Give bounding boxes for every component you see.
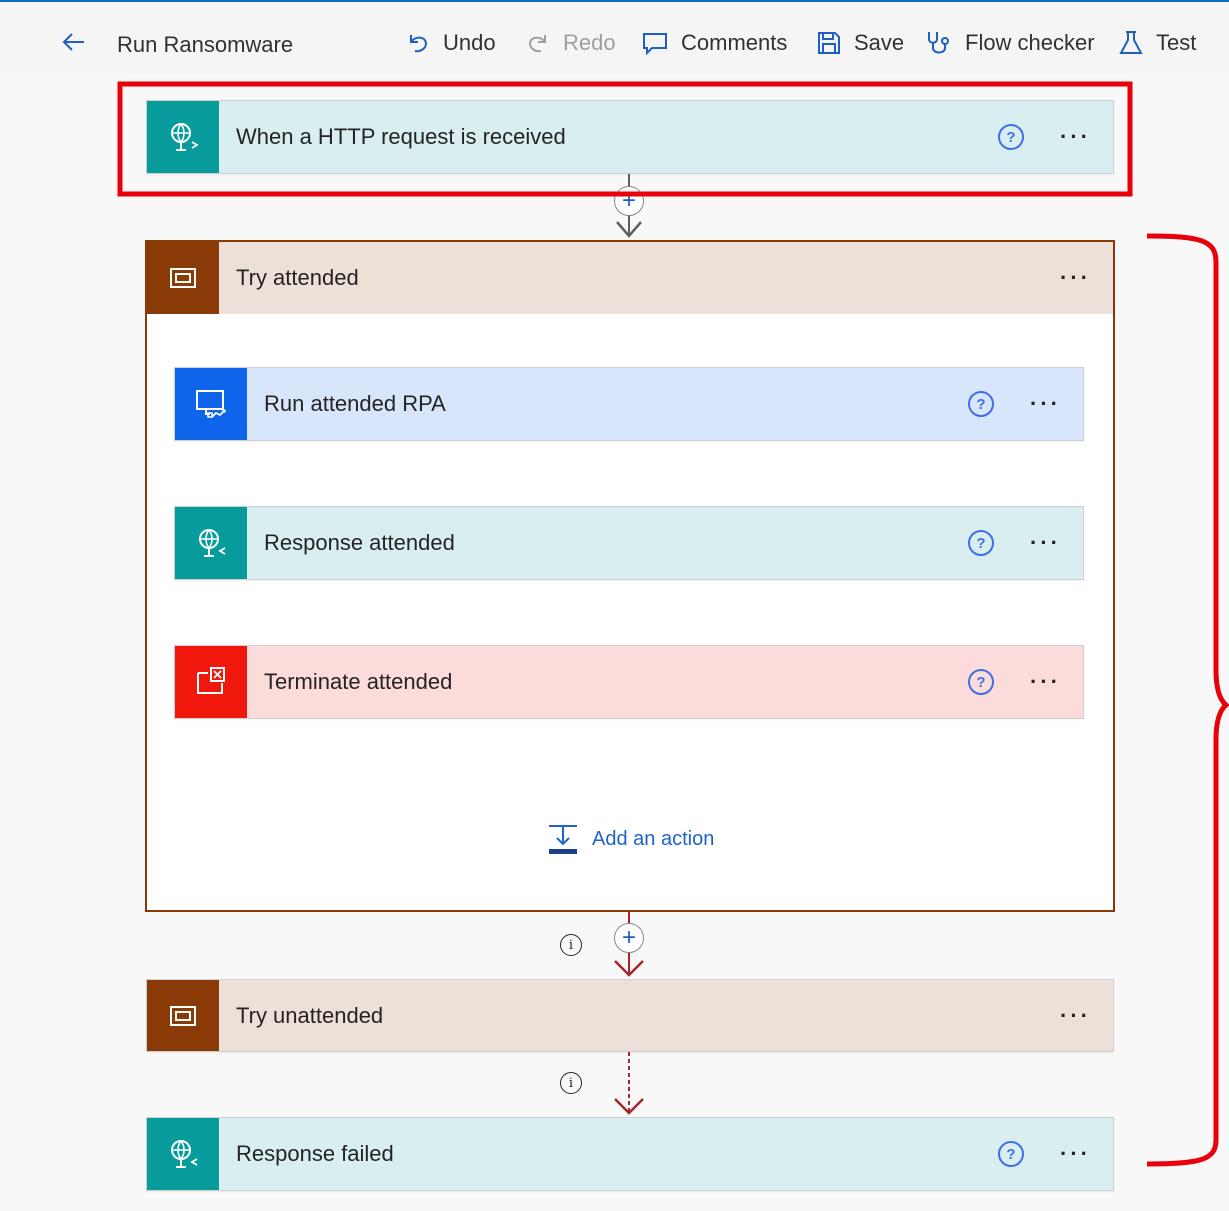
redo-button[interactable]: Redo [525,26,616,60]
desktop-flow-icon [175,368,247,440]
trigger-label: When a HTTP request is received [236,124,566,149]
help-icon[interactable]: ? [968,669,995,695]
help-icon[interactable]: ? [968,391,995,417]
flow-checker-button[interactable]: Flow checker [925,26,1095,60]
help-icon[interactable]: ? [998,1141,1025,1167]
more-options-icon[interactable]: ··· [1030,671,1061,693]
flow-title: Run Ransomware [117,32,294,57]
action-label: Response attended [264,530,455,555]
undo-label: Undo [443,30,496,55]
terminate-icon [175,646,247,718]
back-button[interactable] [56,24,92,60]
scope-icon [147,980,219,1051]
undo-icon [410,35,428,53]
test-label: Test [1156,30,1197,55]
trigger-http-request[interactable]: When a HTTP request is received ? ··· [146,100,1114,174]
more-options-icon[interactable]: ··· [1030,532,1061,554]
scope-icon [147,242,219,314]
stethoscope-icon [928,32,949,54]
action-terminate-attended[interactable]: Terminate attended ? ··· [174,645,1084,719]
comments-label: Comments [681,30,788,55]
test-button[interactable]: Test [1118,26,1196,60]
undo-button[interactable]: Undo [405,26,496,60]
help-icon[interactable]: ? [998,124,1025,150]
http-response-icon [175,507,247,579]
comments-button[interactable]: Comments [641,26,787,60]
comment-icon [643,33,667,56]
insert-step-plus-button[interactable]: + [614,923,644,953]
help-icon[interactable]: ? [968,530,995,556]
try-unattended-label: Try unattended [236,1002,384,1028]
info-icon[interactable]: i [560,934,582,956]
redo-icon [528,35,546,53]
save-button[interactable]: Save [816,26,904,60]
flow-checker-label: Flow checker [965,30,1095,55]
info-icon[interactable]: i [560,1072,582,1094]
http-trigger-icon [147,101,219,173]
action-label: Terminate attended [264,669,453,694]
try-attended-label: Try attended [236,265,359,290]
arrow-left-icon [62,33,84,51]
response-failed-label: Response failed [236,1141,394,1166]
beaker-icon [1119,31,1143,54]
more-options-icon[interactable]: ··· [1030,393,1061,415]
curly-brace-annotation [1146,233,1229,1167]
action-run-attended-rpa[interactable]: Run attended RPA ? ··· [174,367,1084,441]
add-action-icon [549,825,577,854]
save-icon [818,32,840,54]
try-attended-header[interactable]: Try attended ··· [147,242,1113,314]
action-response-attended[interactable]: Response attended ? ··· [174,506,1084,580]
action-response-failed[interactable]: Response failed ? ··· [146,1117,1114,1191]
action-label: Run attended RPA [264,391,446,416]
add-an-action-label: Add an action [592,827,715,850]
more-options-icon[interactable]: ··· [1060,267,1091,289]
more-options-icon[interactable]: ··· [1060,1004,1091,1027]
try-unattended-scope[interactable]: Try unattended ··· [146,979,1114,1052]
more-options-icon[interactable]: ··· [1060,1143,1091,1165]
designer-header: Run Ransomware Undo Redo Comments Save F… [0,2,1229,74]
save-label: Save [854,30,905,55]
redo-label: Redo [563,30,616,55]
more-options-icon[interactable]: ··· [1060,126,1091,148]
http-response-icon [147,1118,219,1190]
add-an-action-button[interactable]: Add an action [546,822,714,856]
insert-step-plus-button[interactable]: + [614,186,644,216]
